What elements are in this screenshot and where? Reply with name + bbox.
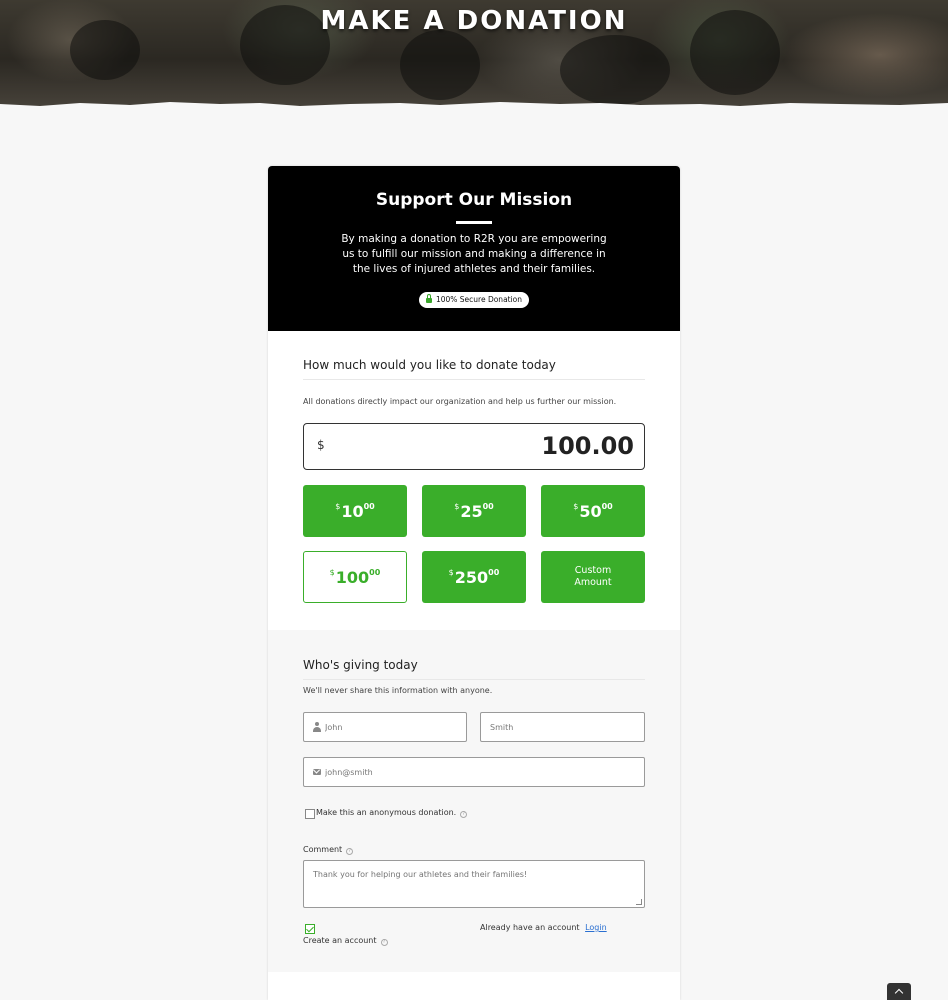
amount-button-250[interactable]: $25000: [422, 551, 526, 603]
torn-edge: [0, 102, 948, 108]
amount-button-50[interactable]: $5000: [541, 485, 645, 537]
create-account-label-text: Create an account: [303, 936, 377, 945]
amount-whole: 10: [341, 501, 364, 521]
last-name-input[interactable]: [481, 713, 644, 741]
amount-whole: 50: [579, 501, 602, 521]
amount-button-25[interactable]: $2500: [422, 485, 526, 537]
amount-cents: 00: [488, 567, 500, 577]
comment-label-text: Comment: [303, 845, 343, 854]
donation-amount-heading: How much would you like to donate today: [303, 358, 556, 372]
already-account-text: Already have an account: [480, 923, 580, 932]
resize-grip-icon[interactable]: [636, 899, 642, 905]
login-prompt: Already have an account Login: [480, 923, 607, 932]
amount-button-100-selected[interactable]: $10000: [303, 551, 407, 603]
card-header: Support Our Mission By making a donation…: [268, 166, 680, 331]
comment-textarea[interactable]: [304, 861, 644, 907]
amount-whole: 25: [460, 501, 483, 521]
amount-whole: 100: [335, 567, 370, 587]
lock-icon: [425, 294, 432, 303]
divider: [303, 679, 645, 680]
amount-cents: 00: [369, 567, 381, 577]
currency-symbol: $: [329, 567, 335, 577]
hero-banner: MAKE A DONATION: [0, 0, 948, 108]
secure-donation-badge: 100% Secure Donation: [419, 292, 529, 308]
currency-symbol: $: [454, 501, 460, 511]
login-link[interactable]: Login: [585, 923, 607, 932]
create-account-checkbox[interactable]: [305, 924, 315, 934]
hero-photo-shape: [560, 35, 670, 105]
donation-amount-input[interactable]: $ 100.00: [303, 423, 645, 470]
help-icon[interactable]: ?: [346, 848, 354, 855]
scroll-to-top-button[interactable]: [887, 983, 911, 1000]
comment-field[interactable]: [303, 860, 645, 908]
comment-label: Comment?: [303, 845, 354, 855]
email-field[interactable]: [303, 757, 645, 787]
anonymous-label-text: Make this an anonymous donation.: [316, 808, 457, 817]
currency-symbol: $: [317, 438, 325, 452]
mission-heading: Support Our Mission: [375, 190, 573, 210]
email-input[interactable]: [304, 758, 644, 786]
donation-subtext: All donations directly impact our organi…: [303, 397, 617, 406]
help-icon[interactable]: ?: [460, 811, 468, 818]
create-account-label: Create an account?: [303, 936, 388, 946]
hero-photo-shape: [400, 30, 480, 100]
anonymous-label: Make this an anonymous donation.?: [316, 808, 468, 818]
currency-symbol: $: [573, 501, 579, 511]
donor-info-heading: Who's giving today: [303, 658, 418, 672]
mission-text: By making a donation to R2R you are empo…: [341, 233, 607, 275]
amount-cents: 00: [482, 501, 494, 511]
currency-symbol: $: [335, 501, 341, 511]
amount-whole: 250: [454, 567, 489, 587]
custom-amount-button[interactable]: Custom Amount: [541, 551, 645, 603]
heading-underline: [456, 221, 492, 224]
help-icon[interactable]: ?: [380, 939, 388, 946]
privacy-note: We'll never share this information with …: [303, 686, 493, 695]
custom-amount-label: Custom Amount: [574, 565, 612, 588]
first-name-input[interactable]: [304, 713, 466, 741]
anonymous-checkbox[interactable]: [305, 809, 315, 819]
amount-cents: 00: [601, 501, 613, 511]
first-name-field[interactable]: [303, 712, 467, 742]
divider: [303, 379, 645, 380]
page-title: MAKE A DONATION: [320, 6, 628, 36]
last-name-field[interactable]: [480, 712, 645, 742]
donation-form-card: Support Our Mission By making a donation…: [268, 166, 680, 1000]
secure-badge-label: 100% Secure Donation: [435, 295, 523, 304]
currency-symbol: $: [448, 567, 454, 577]
amount-button-10[interactable]: $1000: [303, 485, 407, 537]
donor-info-section: Who's giving today We'll never share thi…: [268, 630, 680, 972]
amount-cents: 00: [363, 501, 375, 511]
donation-amount-value: 100.00: [541, 432, 634, 460]
